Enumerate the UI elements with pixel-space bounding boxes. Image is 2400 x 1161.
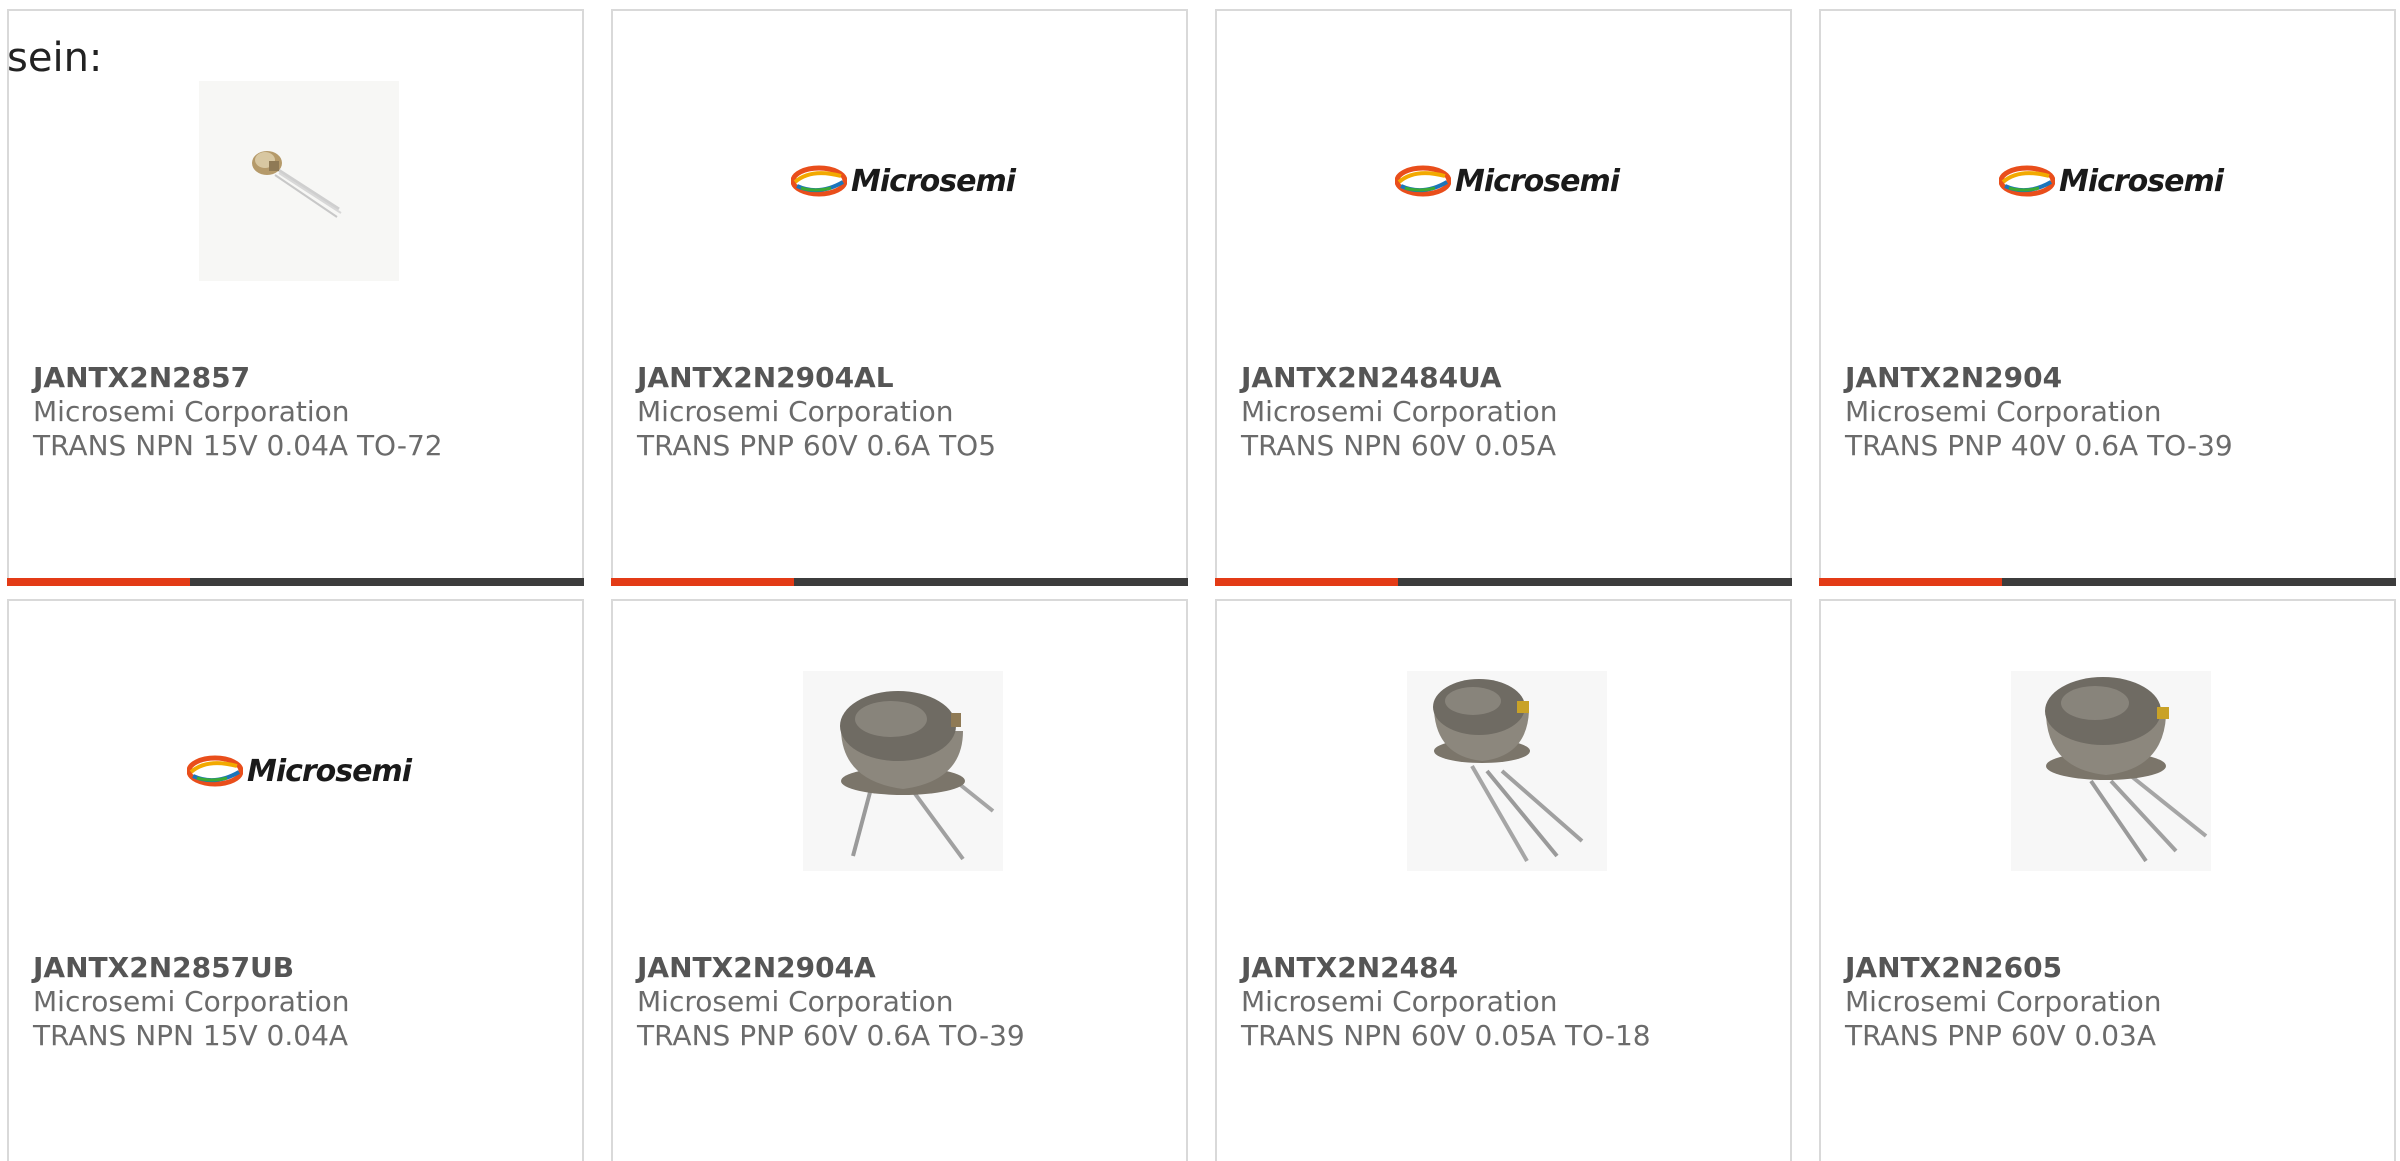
- microsemi-swirl-icon: [1394, 165, 1451, 197]
- product-card[interactable]: Microsemi JANTX2N2484UA Microsemi Corpor…: [1215, 9, 1792, 586]
- product-info: JANTX2N2857 Microsemi Corporation TRANS …: [33, 361, 562, 463]
- manufacturer: Microsemi Corporation: [1845, 985, 2162, 1018]
- manufacturer: Microsemi Corporation: [33, 395, 350, 428]
- product-info: JANTX2N2484UA Microsemi Corporation TRAN…: [1241, 361, 1770, 463]
- description: TRANS NPN 15V 0.04A TO-72: [33, 429, 443, 462]
- part-number[interactable]: JANTX2N2484: [1241, 951, 1770, 985]
- product-image[interactable]: [2011, 671, 2211, 871]
- product-info: JANTX2N2904A Microsemi Corporation TRANS…: [637, 951, 1166, 1053]
- product-image[interactable]: Microsemi: [1394, 81, 1620, 281]
- product-info: JANTX2N2605 Microsemi Corporation TRANS …: [1845, 951, 2374, 1053]
- logo-text: Microsemi: [1454, 163, 1620, 199]
- description: TRANS PNP 60V 0.03A: [1845, 1019, 2156, 1052]
- description: TRANS NPN 15V 0.04A: [33, 1019, 349, 1052]
- product-card[interactable]: JANTX2N2857 Microsemi Corporation TRANS …: [7, 9, 584, 586]
- description: TRANS NPN 60V 0.05A: [1241, 429, 1557, 462]
- logo-text: Microsemi: [246, 753, 412, 789]
- product-info: JANTX2N2904 Microsemi Corporation TRANS …: [1845, 361, 2374, 463]
- manufacturer: Microsemi Corporation: [637, 395, 954, 428]
- product-info: JANTX2N2857UB Microsemi Corporation TRAN…: [33, 951, 562, 1053]
- small-transistor-icon: [199, 81, 399, 281]
- description: TRANS NPN 60V 0.05A TO-18: [1241, 1019, 1651, 1052]
- product-image[interactable]: Microsemi: [186, 671, 412, 871]
- manufacturer: Microsemi Corporation: [33, 985, 350, 1018]
- part-number[interactable]: JANTX2N2904AL: [637, 361, 1166, 395]
- product-info: JANTX2N2904AL Microsemi Corporation TRAN…: [637, 361, 1166, 463]
- manufacturer: Microsemi Corporation: [1845, 395, 2162, 428]
- product-card[interactable]: JANTX2N2605 Microsemi Corporation TRANS …: [1819, 599, 2396, 1161]
- metal-can-transistor-icon: [2011, 671, 2211, 871]
- product-card[interactable]: JANTX2N2904A Microsemi Corporation TRANS…: [611, 599, 1188, 1161]
- card-footer-bar: [611, 578, 1188, 586]
- part-number[interactable]: JANTX2N2605: [1845, 951, 2374, 985]
- product-image[interactable]: [199, 81, 399, 281]
- microsemi-logo: Microsemi: [1394, 163, 1620, 199]
- manufacturer: Microsemi Corporation: [637, 985, 954, 1018]
- part-number[interactable]: JANTX2N2904: [1845, 361, 2374, 395]
- description: TRANS PNP 40V 0.6A TO-39: [1845, 429, 2233, 462]
- microsemi-logo: Microsemi: [790, 163, 1016, 199]
- part-number[interactable]: JANTX2N2904A: [637, 951, 1166, 985]
- lead-text: sein:: [7, 35, 103, 81]
- metal-can-transistor-icon: [1407, 671, 1607, 871]
- microsemi-swirl-icon: [186, 755, 243, 787]
- description: TRANS PNP 60V 0.6A TO5: [637, 429, 997, 462]
- product-image[interactable]: Microsemi: [790, 81, 1016, 281]
- microsemi-logo: Microsemi: [186, 753, 412, 789]
- card-footer-bar: [1215, 578, 1792, 586]
- part-number[interactable]: JANTX2N2857: [33, 361, 562, 395]
- card-footer-bar: [1819, 578, 2396, 586]
- description: TRANS PNP 60V 0.6A TO-39: [637, 1019, 1025, 1052]
- logo-text: Microsemi: [850, 163, 1016, 199]
- microsemi-swirl-icon: [790, 165, 847, 197]
- part-number[interactable]: JANTX2N2484UA: [1241, 361, 1770, 395]
- logo-text: Microsemi: [2058, 163, 2224, 199]
- product-image[interactable]: Microsemi: [1998, 81, 2224, 281]
- manufacturer: Microsemi Corporation: [1241, 985, 1558, 1018]
- microsemi-swirl-icon: [1998, 165, 2055, 197]
- product-card[interactable]: Microsemi JANTX2N2857UB Microsemi Corpor…: [7, 599, 584, 1161]
- product-card[interactable]: JANTX2N2484 Microsemi Corporation TRANS …: [1215, 599, 1792, 1161]
- product-image[interactable]: [803, 671, 1003, 871]
- product-info: JANTX2N2484 Microsemi Corporation TRANS …: [1241, 951, 1770, 1053]
- metal-can-transistor-icon: [803, 671, 1003, 871]
- part-number[interactable]: JANTX2N2857UB: [33, 951, 562, 985]
- product-image[interactable]: [1407, 671, 1607, 871]
- card-footer-bar: [7, 578, 584, 586]
- product-card[interactable]: Microsemi JANTX2N2904 Microsemi Corporat…: [1819, 9, 2396, 586]
- manufacturer: Microsemi Corporation: [1241, 395, 1558, 428]
- product-card[interactable]: Microsemi JANTX2N2904AL Microsemi Corpor…: [611, 9, 1188, 586]
- product-grid-page: sein: JANTX2N2857 Microsemi Corporation …: [0, 0, 2400, 1161]
- microsemi-logo: Microsemi: [1998, 163, 2224, 199]
